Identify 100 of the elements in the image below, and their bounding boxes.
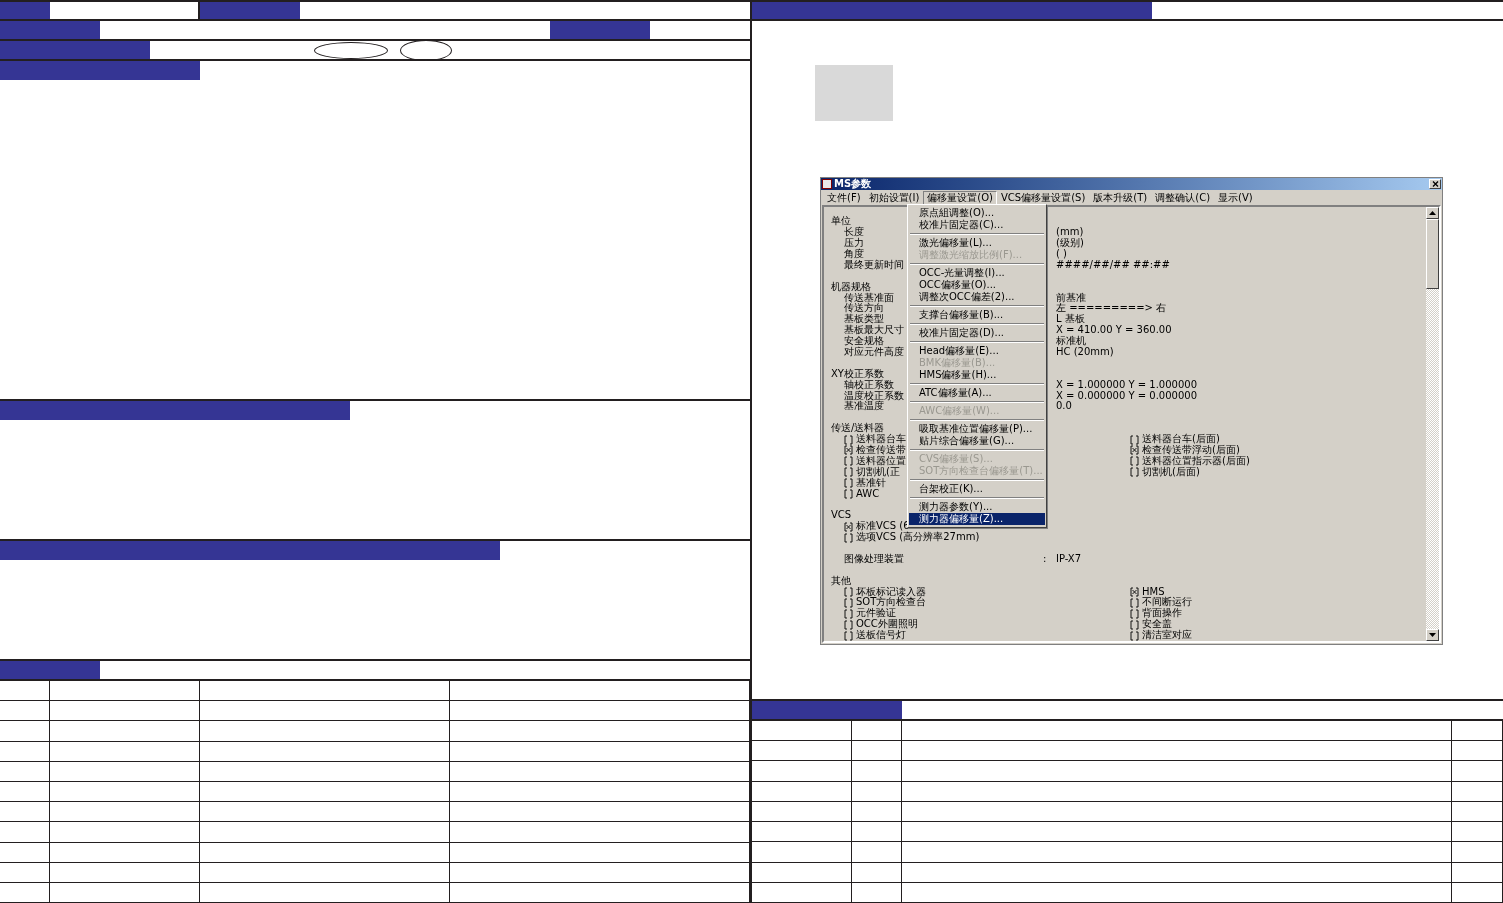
scrollbar[interactable] (1426, 207, 1439, 641)
option-label: AWC (856, 488, 880, 500)
option-label: 送料器位置 (856, 455, 906, 467)
field-value: HC (20mm) (1056, 346, 1114, 358)
menu-item[interactable]: 文件(F) (823, 191, 865, 206)
close-button[interactable] (1429, 179, 1441, 190)
checkbox[interactable] (1130, 434, 1139, 445)
up-arrow-icon (1429, 211, 1436, 216)
menu-option[interactable]: Head偏移量(E)... (909, 345, 1045, 358)
menu-option[interactable]: 激光偏移量(L)... (909, 237, 1045, 250)
field-label: 传送基准面 (844, 291, 894, 303)
field-label: 温度校正系数 (844, 389, 904, 401)
field-label: 角度 (844, 247, 864, 259)
menu-option[interactable]: 台架校正(K)... (909, 483, 1045, 496)
option-label: SOT方向检查台 (856, 597, 927, 608)
field-value: IP-X7 (1056, 553, 1082, 565)
menu-option[interactable]: 校准片固定器(D)... (909, 327, 1045, 340)
checkbox[interactable] (844, 532, 853, 543)
menu-option[interactable]: 原点組调整(O)... (909, 207, 1045, 220)
checkbox[interactable] (844, 630, 853, 641)
menu-item[interactable]: VCS偏移量设置(S) (997, 191, 1090, 206)
option-label: 坏板标记读入器 (856, 586, 926, 598)
checkbox[interactable] (844, 478, 853, 489)
option-label: 背面操作 (1142, 608, 1182, 619)
section-title: 单位 (831, 216, 851, 227)
field-value: 标准机 (1056, 336, 1086, 347)
menu-option[interactable]: 测力器参数(Y)... (909, 501, 1045, 514)
option-label: 安全盖 (1142, 619, 1172, 630)
menu-option[interactable]: 测力器偏移量(Z)... (909, 513, 1045, 526)
scroll-up-button[interactable] (1426, 207, 1439, 220)
field-label: 对应元件高度 (844, 345, 904, 357)
separator-text: : (1043, 552, 1047, 564)
checkbox[interactable] (844, 521, 853, 532)
menu-option[interactable]: OCC偏移量(O)... (909, 279, 1045, 292)
checkbox[interactable] (844, 608, 853, 619)
checkbox[interactable] (844, 456, 853, 467)
option-label: 送料器位置指示器(后面) (1142, 455, 1250, 467)
field-value: ( ) (1056, 248, 1067, 260)
app-icon (822, 179, 832, 190)
menu-item[interactable]: 显示(V) (1214, 191, 1257, 206)
menu-item[interactable]: 版本升级(T) (1089, 191, 1152, 206)
field-value: 左 =========> 右 (1056, 303, 1167, 314)
menu-item[interactable]: 初始设置(I) (864, 191, 924, 206)
option-label: HMS (1142, 586, 1165, 597)
window-title: MS参数 (834, 178, 872, 191)
field-label: 最终更新时间 (844, 258, 904, 270)
checkbox[interactable] (844, 467, 853, 478)
scroll-down-button[interactable] (1426, 629, 1439, 641)
option-label: 基准针 (856, 477, 886, 489)
menu-option[interactable]: OCC-光量调整(I)... (909, 267, 1045, 280)
field-label: 传送方向 (844, 302, 884, 314)
checkbox[interactable] (1130, 630, 1139, 641)
option-label: 不间断运行 (1142, 597, 1192, 608)
menu-option[interactable]: 支撑台偏移量(B)... (909, 309, 1045, 322)
option-label: 送板信号灯 (856, 630, 906, 641)
field-label: 图像处理装置 (844, 552, 904, 564)
field-label: 基板类型 (844, 313, 884, 325)
menu-option[interactable]: ATC偏移量(A)... (909, 387, 1045, 400)
checkbox[interactable] (1130, 608, 1139, 619)
section-title: XY校正系数 (831, 368, 884, 379)
menu-option[interactable]: HMS偏移量(H)... (909, 369, 1045, 382)
checkbox[interactable] (1130, 597, 1139, 608)
checkbox[interactable] (844, 619, 853, 630)
option-label: 清洁室对应 (1142, 630, 1192, 641)
menu-option[interactable]: 贴片综合偏移量(G)... (909, 435, 1045, 448)
option-label: 检查传送带浮动(后面) (1142, 444, 1240, 455)
field-label: 轴校正系数 (844, 378, 894, 390)
checkbox[interactable] (844, 489, 853, 499)
section-title: 机器规格 (831, 281, 871, 292)
checkbox[interactable] (1130, 467, 1139, 478)
checkbox[interactable] (1130, 619, 1139, 630)
section-title: VCS (831, 510, 852, 522)
section-title: 其他 (831, 575, 851, 587)
scroll-thumb[interactable] (1426, 219, 1439, 290)
option-label: 切割机(后面) (1142, 466, 1200, 478)
field-value: 前基准 (1056, 292, 1086, 303)
menu-option[interactable]: 校准片固定器(C)... (909, 219, 1045, 232)
field-label: 基准温度 (844, 400, 884, 412)
field-value: (mm) (1056, 227, 1084, 238)
checkbox[interactable] (1130, 445, 1139, 456)
menu-item[interactable]: 调整确认(C) (1151, 191, 1215, 206)
label-block (0, 2, 50, 19)
field-value: X = 1.000000 Y = 1.000000 (1056, 379, 1198, 391)
menu-option[interactable]: 吸取基准位置偏移量(P)... (909, 423, 1045, 436)
option-label: 送料器台车(后面) (1142, 434, 1220, 445)
field-label: 长度 (844, 226, 864, 238)
menu-option[interactable]: 调整次OCC偏差(2)... (909, 291, 1045, 304)
field-value: X = 0.000000 Y = 0.000000 (1056, 390, 1198, 401)
checkbox[interactable] (844, 434, 853, 445)
option-label: 选项VCS (高分辨率27mm) (856, 532, 980, 543)
checkbox[interactable] (1130, 456, 1139, 467)
down-arrow-icon (1429, 633, 1436, 637)
checkbox[interactable] (844, 597, 853, 608)
checkbox[interactable] (844, 445, 853, 456)
checkbox[interactable] (844, 587, 853, 597)
field-label: 安全规格 (844, 335, 884, 347)
checkbox[interactable] (1130, 587, 1139, 597)
option-label: 检查传送带 (856, 444, 906, 455)
field-value: X = 410.00 Y = 360.00 (1056, 325, 1172, 336)
option-label: 送料器台车 (856, 434, 906, 445)
